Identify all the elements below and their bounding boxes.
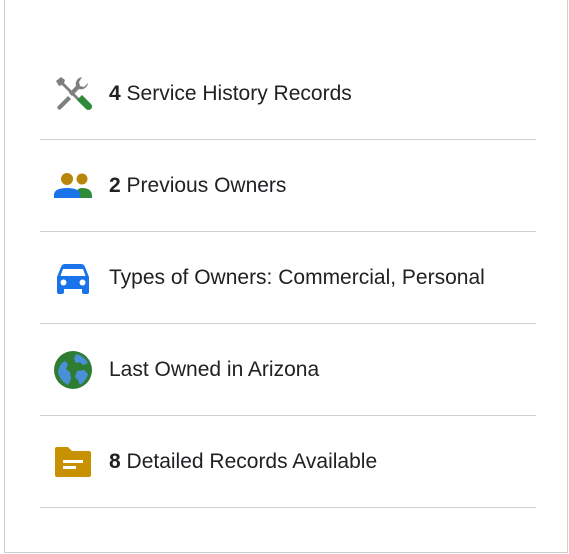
list-item-owner-types: Types of Owners: Commercial, Personal [40,232,536,324]
folder-icon [53,442,93,482]
history-summary-list: 4 Service History Records 2 Previous Own… [40,48,536,508]
list-item-previous-owners: 2 Previous Owners [40,140,536,232]
tools-icon [53,74,93,114]
previous-owners-label: Previous Owners [126,173,287,197]
owners-icon [53,166,93,206]
detailed-records-text: 8 Detailed Records Available [109,449,377,475]
previous-owners-text: 2 Previous Owners [109,173,286,199]
service-history-text: 4 Service History Records [109,81,352,107]
globe-icon [53,350,93,390]
last-owned-location-label: Last Owned in Arizona [109,357,320,381]
list-item-last-owned-location: Last Owned in Arizona [40,324,536,416]
detailed-records-count: 8 [109,449,121,473]
list-item-detailed-records: 8 Detailed Records Available [40,416,536,508]
vehicle-history-summary-card: 4 Service History Records 2 Previous Own… [4,0,568,553]
previous-owners-count: 2 [109,173,121,197]
service-history-label: Service History Records [126,81,352,105]
car-icon [53,258,93,298]
service-history-count: 4 [109,81,121,105]
detailed-records-label: Detailed Records Available [126,449,378,473]
owner-types-label: Types of Owners: Commercial, Personal [109,265,485,289]
list-item-service-history: 4 Service History Records [40,48,536,140]
